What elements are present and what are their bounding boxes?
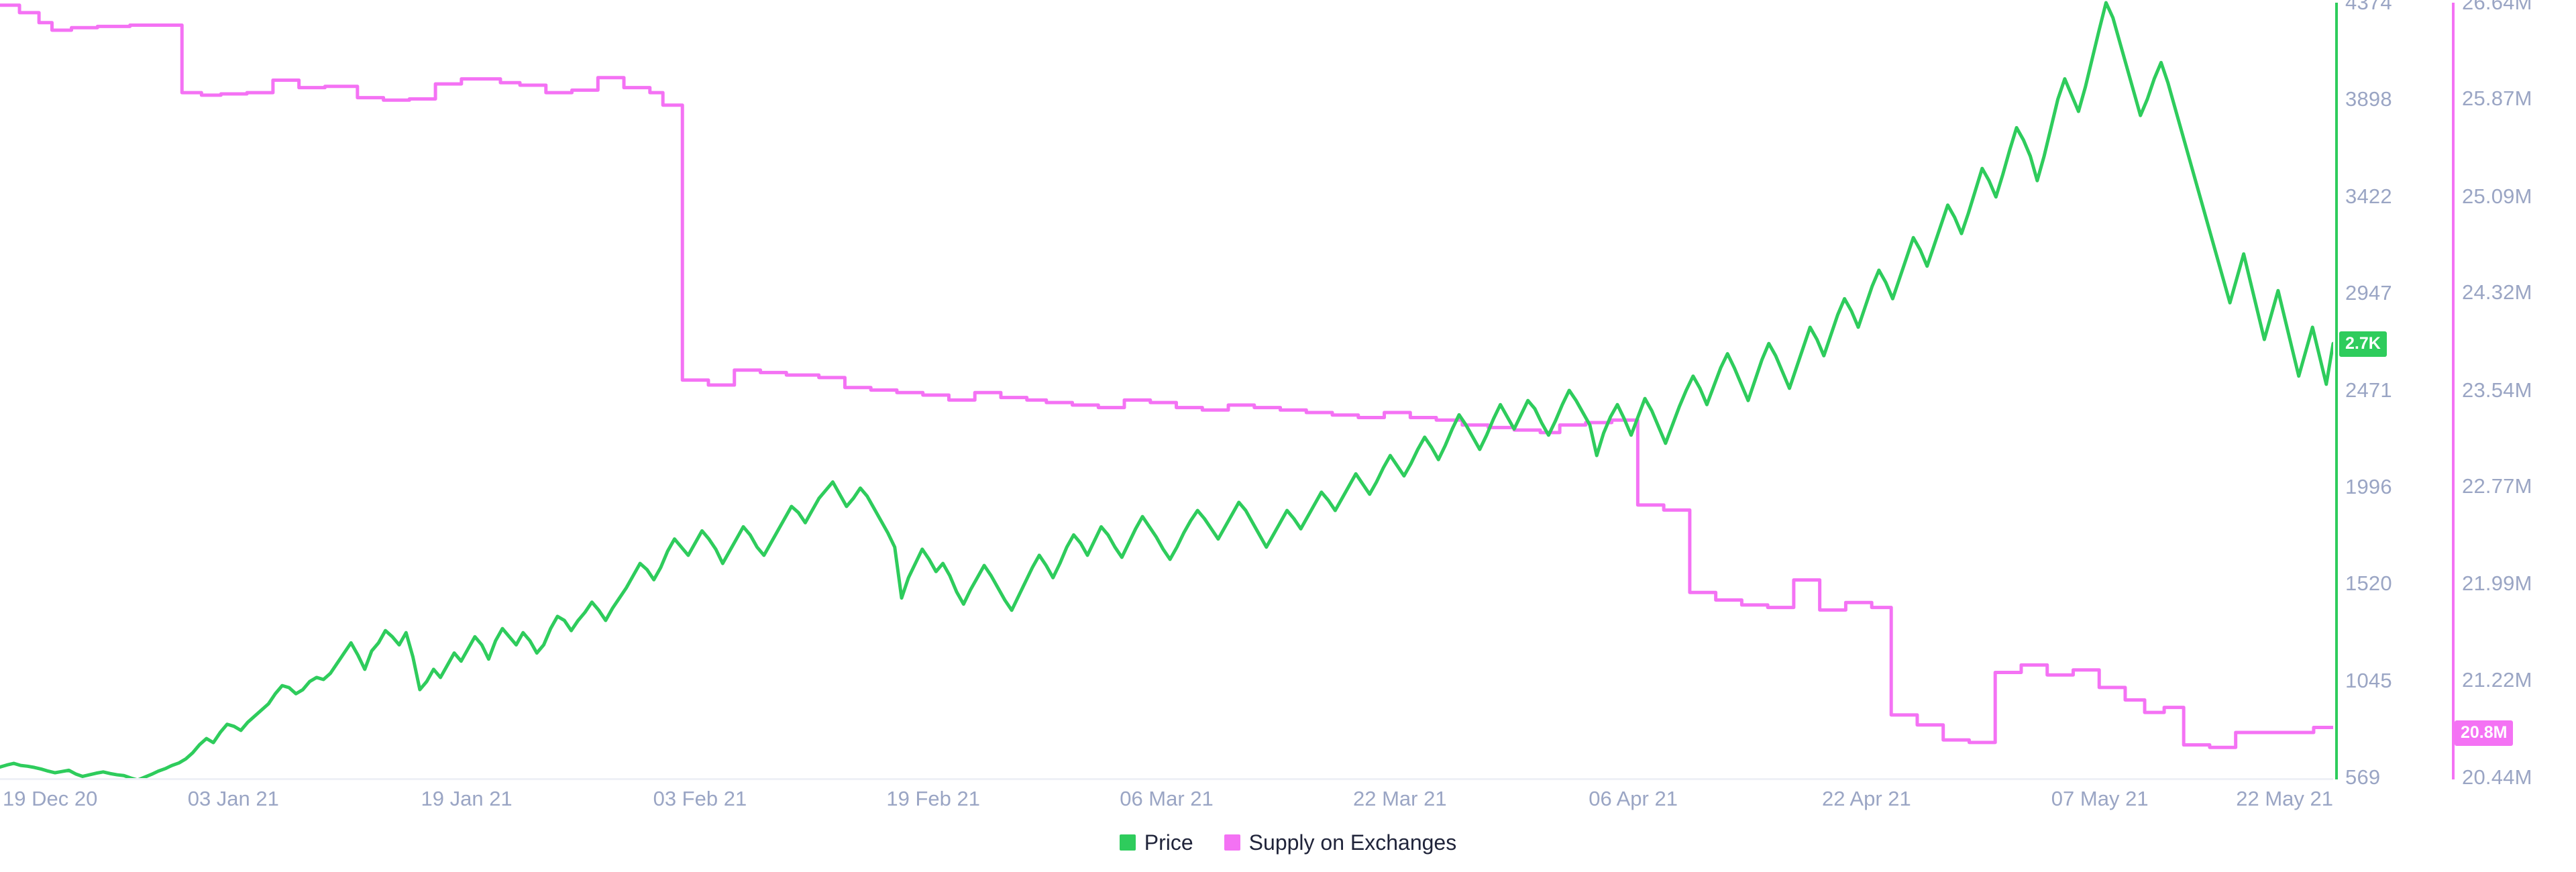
- x-axis-tick-label: 19 Jan 21: [421, 787, 513, 810]
- supply-tick-label: 21.99M: [2462, 571, 2532, 596]
- price-tick-label: 1045: [2345, 668, 2392, 692]
- x-axis-tick-label: 22 Mar 21: [1353, 787, 1447, 810]
- legend-swatch-price-icon: [1119, 834, 1136, 851]
- legend-label-supply-on-exchanges: Supply on Exchanges: [1248, 830, 1457, 855]
- price-tick-label: 569: [2345, 765, 2381, 789]
- price-tick-label: 1996: [2345, 474, 2392, 498]
- x-axis-baseline: [0, 778, 2333, 780]
- x-axis-tick-label: 06 Apr 21: [1589, 787, 1678, 810]
- x-axis-tick-label: 19 Feb 21: [886, 787, 980, 810]
- price-tick-label: 4374: [2345, 0, 2392, 14]
- supply-tick-label: 26.64M: [2462, 0, 2532, 14]
- x-axis-tick-label: 07 May 21: [2051, 787, 2149, 810]
- plot-svg: [0, 0, 2333, 780]
- price-axis-rail: [2335, 3, 2338, 779]
- legend-swatch-supply-icon: [1224, 834, 1240, 851]
- chart-legend: Price Supply on Exchanges: [0, 832, 2576, 853]
- price-tick-label: 2947: [2345, 281, 2392, 305]
- supply-tick-label: 23.54M: [2462, 378, 2532, 402]
- legend-item-price[interactable]: Price: [1119, 830, 1193, 855]
- price-tick-label: 3898: [2345, 87, 2392, 111]
- supply-axis-rail: [2452, 3, 2455, 779]
- supply-tick-label: 25.87M: [2462, 87, 2532, 111]
- x-axis-tick-label: 06 Mar 21: [1120, 787, 1214, 810]
- price-tick-label: 3422: [2345, 184, 2392, 208]
- x-axis-tick-label: 03 Jan 21: [187, 787, 279, 810]
- supply-tick-label: 25.09M: [2462, 184, 2532, 208]
- supply-tick-label: 22.77M: [2462, 474, 2532, 498]
- price-line: [0, 3, 2333, 780]
- x-axis-tick-label: 22 May 21: [2236, 787, 2333, 810]
- x-axis-tick-label: 22 Apr 21: [1822, 787, 1911, 810]
- price-tick-label: 2471: [2345, 378, 2392, 402]
- x-axis-tick-label: 19 Dec 20: [3, 787, 98, 810]
- price-vs-supply-chart: 4374 3898 3422 2947 2471 1996 1520 1045 569 26.6…: [0, 0, 2576, 872]
- legend-label-price: Price: [1144, 830, 1193, 855]
- plot-area[interactable]: [0, 0, 2333, 780]
- supply-on-exchanges-line: [0, 5, 2333, 748]
- supply-tick-label: 24.32M: [2462, 280, 2532, 305]
- price-last-value-badge: 2.7K: [2339, 331, 2387, 358]
- supply-tick-label: 21.22M: [2462, 667, 2532, 692]
- price-tick-label: 1520: [2345, 571, 2392, 596]
- supply-last-value-badge: 20.8M: [2455, 720, 2514, 746]
- legend-item-supply-on-exchanges[interactable]: Supply on Exchanges: [1224, 830, 1457, 855]
- supply-tick-label: 20.44M: [2462, 765, 2532, 789]
- x-axis-tick-label: 03 Feb 21: [653, 787, 747, 810]
